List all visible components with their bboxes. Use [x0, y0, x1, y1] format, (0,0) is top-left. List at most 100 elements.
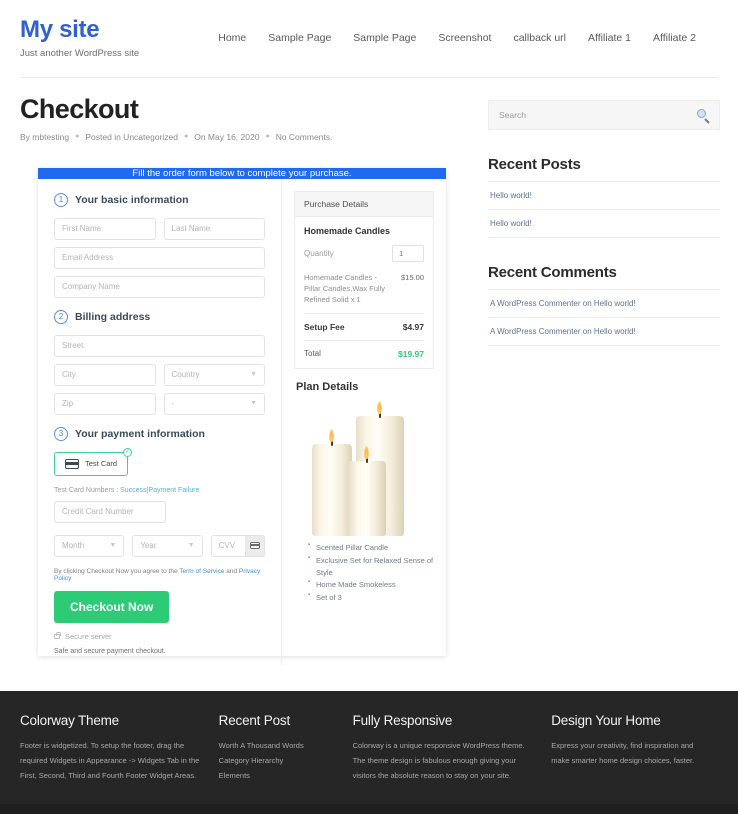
expiry-month-value: Month [62, 541, 85, 551]
cvv-card-icon [244, 534, 265, 557]
post-meta-comments: No Comments. [275, 131, 333, 142]
last-name-input[interactable]: Last Name [163, 217, 265, 240]
nav-item-screenshot[interactable]: Screenshot [438, 32, 491, 44]
nav-item-sample-page-1[interactable]: Sample Page [268, 32, 331, 44]
wick-icon [331, 441, 333, 447]
meta-dot-icon: ● [75, 133, 80, 141]
company-input[interactable]: Company Name [54, 275, 265, 298]
site-title[interactable]: My site [20, 16, 139, 44]
wick-icon [379, 413, 381, 419]
lock-icon [54, 631, 61, 639]
list-item[interactable]: Worth A Thousand Words [219, 738, 335, 753]
chevron-down-icon: ▼ [187, 542, 195, 550]
line-item-description: Homemade Candles - Pillar Candles,Wax Fu… [304, 272, 385, 305]
nav-item-home[interactable]: Home [218, 32, 246, 44]
step-number-3: 3 [54, 426, 68, 441]
section-header-billing-address: 2 Billing address [54, 309, 265, 324]
site-tagline: Just another WordPress site [20, 47, 140, 59]
footer-column-title: Recent Post [218, 712, 291, 728]
chevron-down-icon: ▼ [250, 371, 257, 379]
footer-column-text: Colorway is a unique responsive WordPres… [352, 740, 525, 781]
footer-column-title: Fully Responsive [352, 712, 453, 728]
divider [304, 313, 424, 315]
expiry-year-select[interactable]: Year ▼ [132, 534, 203, 557]
city-country-row: City Country ▼ [54, 363, 265, 393]
credit-card-icon [65, 458, 79, 469]
post-meta: By mbtesting ● Posted in Uncategorized ●… [20, 132, 464, 142]
line-item-amount: $15.00 [401, 272, 424, 282]
checkout-form-card: Fill the order form below to complete yo… [38, 167, 446, 665]
step-number-2: 2 [54, 309, 68, 324]
page-title: Checkout [20, 93, 139, 124]
candle-left [312, 444, 352, 537]
list-item: Scented Pillar Candle [308, 541, 434, 554]
terms-notice-and: and [226, 567, 238, 575]
quantity-label: Quantity [304, 248, 334, 258]
list-item[interactable]: A WordPress Commenter on Hello world! [488, 316, 720, 346]
section-title-billing-address: Billing address [75, 310, 151, 323]
section-title-basic-info: Your basic information [75, 193, 189, 206]
post-meta-date: On May 16, 2020 [194, 131, 260, 142]
quantity-row: Quantity 1 [304, 244, 424, 262]
plan-details-heading: Plan Details [296, 381, 359, 394]
checkout-now-button[interactable]: Checkout Now [54, 590, 170, 623]
list-item[interactable]: Hello world! [488, 180, 720, 209]
meta-dot-icon: ● [265, 133, 270, 141]
nav-item-sample-page-2[interactable]: Sample Page [353, 32, 416, 44]
state-select[interactable]: - ▼ [163, 392, 265, 415]
expiry-year-value: Year [140, 541, 157, 551]
footer-recent-post-list: Worth A Thousand Words Category Hierarch… [219, 738, 335, 784]
credit-card-number-input[interactable]: Credit Card Number [54, 500, 166, 523]
terms-notice: By clicking Checkout Now you agree to th… [54, 568, 265, 582]
footer-widget-areas: Colorway Theme Footer is widgetized. To … [20, 713, 718, 784]
content-wrapper: Checkout By mbtesting ● Posted in Uncate… [0, 94, 738, 673]
test-card-success-link[interactable]: Success [120, 487, 146, 494]
list-item: Exclusive Set for Relaxed Sense of Style [308, 554, 434, 580]
city-input[interactable]: City [54, 363, 156, 386]
country-select-value: Country [171, 370, 200, 380]
recent-comments-title: Recent Comments [488, 263, 617, 281]
street-input[interactable]: Street [54, 334, 265, 357]
list-item[interactable]: A WordPress Commenter on Hello world! [488, 288, 720, 317]
setup-fee-label: Setup Fee [304, 322, 345, 333]
terms-of-service-link[interactable]: Term of Service [179, 568, 224, 575]
list-item[interactable]: Category Hierarchy [219, 753, 335, 768]
purchase-product-name: Homemade Candles [304, 225, 391, 236]
cvv-field-wrapper: CVV [210, 534, 265, 557]
test-card-option-label: Test Card [85, 459, 118, 469]
search-icon[interactable] [697, 108, 710, 124]
expiry-month-select[interactable]: Month ▼ [54, 534, 125, 557]
state-select-value: - [171, 399, 175, 409]
list-item: Set of 3 [308, 591, 434, 604]
email-input[interactable]: Email Address [54, 246, 265, 269]
plan-feature-list: Scented Pillar Candle Exclusive Set for … [308, 541, 434, 604]
footer-column-title: Design Your Home [551, 712, 661, 728]
test-card-numbers-label: Test Card Numbers : [54, 486, 119, 494]
country-select[interactable]: Country ▼ [163, 363, 265, 386]
section-header-payment-info: 3 Your payment information [54, 426, 265, 441]
footer-column-title: Colorway Theme [20, 712, 119, 728]
zip-input[interactable]: Zip [54, 392, 156, 415]
flame-icon [377, 401, 382, 415]
chevron-down-icon: ▼ [109, 542, 117, 550]
setup-fee-amount: $4.97 [402, 322, 424, 333]
wick-icon [366, 458, 368, 464]
nav-item-affiliate-2[interactable]: Affiliate 2 [653, 32, 696, 44]
nav-item-affiliate-1[interactable]: Affiliate 1 [588, 32, 631, 44]
list-item[interactable]: Elements [219, 768, 335, 783]
flame-icon [364, 446, 369, 460]
test-card-failure-link[interactable]: Payment Failure [148, 487, 199, 494]
search-input[interactable]: Search [499, 110, 526, 120]
purchase-details-heading: Purchase Details [295, 191, 433, 217]
footer-column-fully-responsive: Fully Responsive Colorway is a unique re… [353, 713, 552, 784]
footer-column-colorway-theme: Colorway Theme Footer is widgetized. To … [20, 713, 219, 784]
quantity-input[interactable]: 1 [392, 244, 424, 262]
site-header: My site Just another WordPress site Home… [0, 0, 738, 59]
checkout-form-left: 1 Your basic information First Name Last… [38, 178, 282, 665]
search-widget[interactable]: Search [488, 99, 720, 130]
post-meta-author: By mbtesting [20, 131, 70, 142]
first-name-input[interactable]: First Name [54, 217, 156, 240]
test-card-option[interactable]: Test Card ✓ [54, 447, 133, 476]
nav-item-callback-url[interactable]: callback url [513, 32, 566, 44]
list-item[interactable]: Hello world! [488, 208, 720, 238]
